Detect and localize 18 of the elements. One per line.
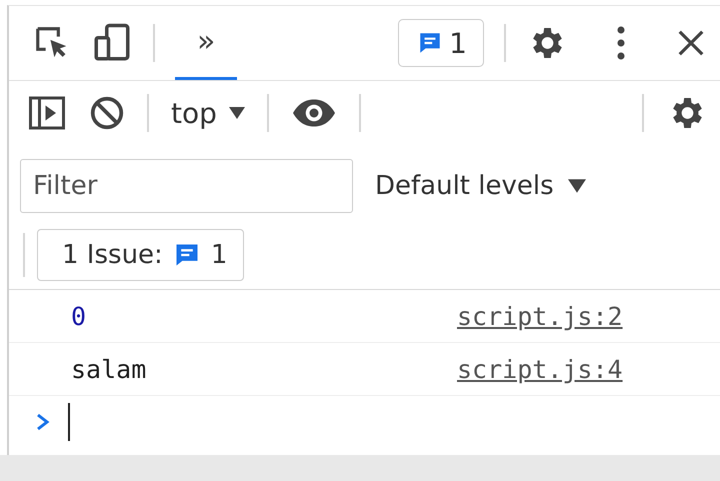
eye-icon[interactable] bbox=[290, 98, 337, 128]
prompt-chevron-icon bbox=[36, 413, 50, 431]
source-link[interactable]: script.js:4 bbox=[457, 354, 623, 384]
issues-button[interactable]: 1 Issue: 1 bbox=[37, 229, 244, 281]
caret-icon bbox=[228, 107, 245, 119]
log-levels-dropdown[interactable]: Default levels bbox=[375, 171, 586, 201]
sidebar-icon[interactable] bbox=[27, 95, 67, 131]
text-cursor bbox=[68, 403, 70, 441]
context-selector[interactable]: top bbox=[171, 96, 245, 130]
filter-field[interactable]: Filter bbox=[20, 159, 353, 213]
caret-icon bbox=[568, 179, 586, 193]
more-tabs-tab[interactable]: » bbox=[175, 6, 238, 80]
console-message: 0 bbox=[71, 302, 88, 330]
messages-button[interactable]: 1 bbox=[398, 19, 484, 67]
clear-console-icon[interactable] bbox=[89, 95, 125, 131]
console-message: salam bbox=[71, 354, 148, 384]
source-link[interactable]: script.js:2 bbox=[457, 302, 623, 330]
close-icon[interactable] bbox=[676, 28, 706, 58]
